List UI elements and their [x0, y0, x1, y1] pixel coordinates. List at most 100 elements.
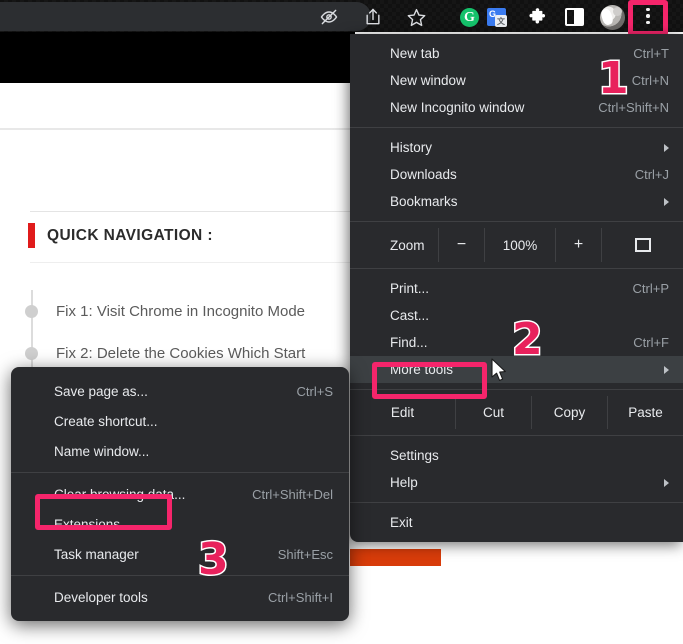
- fullscreen-button[interactable]: [601, 228, 683, 262]
- star-icon[interactable]: [405, 6, 427, 28]
- menu-item-new-window[interactable]: New window Ctrl+N: [350, 67, 683, 94]
- puzzle-icon[interactable]: [527, 7, 548, 28]
- menu-shortcut: Ctrl+F: [633, 335, 669, 350]
- menu-label: Settings: [390, 448, 439, 463]
- translate-target-box: 文: [495, 15, 507, 27]
- edit-label: Edit: [350, 396, 455, 429]
- quick-navigation-list: Fix 1: Visit Chrome in Incognito Mode Fi…: [28, 290, 358, 374]
- nav-link-label[interactable]: Fix 2: Delete the Cookies Which Start: [56, 345, 305, 362]
- eye-off-icon[interactable]: [318, 6, 340, 28]
- menu-label: Developer tools: [54, 590, 148, 605]
- menu-shortcut: Shift+Esc: [278, 547, 333, 562]
- list-item[interactable]: Fix 1: Visit Chrome in Incognito Mode: [28, 290, 358, 332]
- copy-button[interactable]: Copy: [531, 396, 607, 429]
- menu-separator: [350, 127, 683, 128]
- menu-separator: [11, 575, 349, 576]
- menu-item-history[interactable]: History: [350, 134, 683, 161]
- menu-separator: [350, 435, 683, 436]
- highlight-box-kebab-menu: [628, 0, 668, 36]
- omnibox-pill[interactable]: [0, 2, 371, 31]
- chrome-main-menu: New tab Ctrl+T New window Ctrl+N New Inc…: [350, 34, 683, 542]
- menu-label: Name window...: [54, 444, 149, 459]
- menu-item-downloads[interactable]: Downloads Ctrl+J: [350, 161, 683, 188]
- fullscreen-icon: [635, 238, 651, 252]
- page-orange-accent: [350, 549, 441, 566]
- menu-separator: [350, 502, 683, 503]
- menu-shortcut: Ctrl+N: [632, 73, 669, 88]
- step-badge-1: 1: [598, 57, 629, 101]
- step-badge-3: 3: [198, 538, 229, 582]
- avatar-shape-b: [613, 7, 622, 16]
- red-accent-bar: [28, 223, 35, 248]
- submenu-item-developer-tools[interactable]: Developer tools Ctrl+Shift+I: [11, 582, 349, 612]
- menu-label: Create shortcut...: [54, 414, 158, 429]
- menu-label: Cast...: [390, 308, 429, 323]
- menu-label: Print...: [390, 281, 429, 296]
- menu-label: Save page as...: [54, 384, 148, 399]
- menu-item-bookmarks[interactable]: Bookmarks: [350, 188, 683, 215]
- grammarly-glyph: G: [464, 11, 475, 25]
- page-divider-top: [0, 128, 355, 130]
- submenu-item-save-page-as[interactable]: Save page as... Ctrl+S: [11, 376, 349, 406]
- menu-label: Exit: [390, 515, 413, 530]
- grammarly-icon[interactable]: G: [460, 8, 479, 27]
- menu-shortcut: Ctrl+J: [635, 167, 669, 182]
- nav-link-label[interactable]: Fix 1: Visit Chrome in Incognito Mode: [56, 303, 305, 320]
- menu-separator: [350, 268, 683, 269]
- bullet-dot-icon: [25, 305, 38, 318]
- chevron-right-icon: [664, 198, 669, 206]
- highlight-box-extensions: [35, 494, 172, 530]
- chevron-right-icon: [664, 144, 669, 152]
- menu-item-print[interactable]: Print... Ctrl+P: [350, 275, 683, 302]
- page-white-section: [0, 83, 355, 128]
- menu-item-new-tab[interactable]: New tab Ctrl+T: [350, 40, 683, 67]
- menu-shortcut: Ctrl+T: [633, 46, 669, 61]
- submenu-item-create-shortcut[interactable]: Create shortcut...: [11, 406, 349, 436]
- menu-label: Downloads: [390, 167, 457, 182]
- menu-separator: [11, 472, 349, 473]
- menu-label: New window: [390, 73, 466, 88]
- submenu-item-name-window[interactable]: Name window...: [11, 436, 349, 466]
- menu-label: Task manager: [54, 547, 139, 562]
- quick-navigation-heading: QUICK NAVIGATION :: [28, 223, 213, 248]
- menu-edit-row: Edit Cut Copy Paste: [350, 396, 683, 429]
- page-divider-bottom: [30, 262, 355, 263]
- page-black-banner: [0, 32, 355, 83]
- google-translate-icon[interactable]: G 文: [487, 8, 506, 26]
- paste-button[interactable]: Paste: [607, 396, 683, 429]
- zoom-level-value: 100%: [484, 228, 555, 262]
- bullet-dot-icon: [25, 347, 38, 360]
- zoom-in-button[interactable]: +: [555, 228, 601, 262]
- chevron-right-icon: [664, 366, 669, 374]
- menu-separator: [350, 221, 683, 222]
- side-panel-icon[interactable]: [565, 8, 584, 26]
- menu-label: Help: [390, 475, 418, 490]
- avatar[interactable]: [600, 5, 625, 30]
- quick-navigation-title: QUICK NAVIGATION :: [47, 227, 213, 245]
- mouse-cursor-icon: [491, 358, 508, 383]
- menu-label: History: [390, 140, 432, 155]
- menu-item-settings[interactable]: Settings: [350, 442, 683, 469]
- submenu-item-task-manager[interactable]: Task manager Shift+Esc: [11, 539, 349, 569]
- menu-item-help[interactable]: Help: [350, 469, 683, 496]
- side-panel-fill: [574, 10, 582, 24]
- menu-shortcut: Ctrl+S: [297, 384, 333, 399]
- menu-shortcut: Ctrl+P: [633, 281, 669, 296]
- menu-zoom-row: Zoom − 100% +: [350, 228, 683, 262]
- zoom-out-button[interactable]: −: [438, 228, 484, 262]
- page-divider-middle: [30, 211, 355, 212]
- menu-shortcut: Ctrl+Shift+I: [268, 590, 333, 605]
- chevron-right-icon: [664, 479, 669, 487]
- menu-label: New tab: [390, 46, 440, 61]
- menu-label: New Incognito window: [390, 100, 524, 115]
- menu-label: Bookmarks: [390, 194, 458, 209]
- menu-shortcut: Ctrl+Shift+Del: [252, 487, 333, 502]
- highlight-box-more-tools: [372, 362, 487, 399]
- share-icon[interactable]: [362, 6, 384, 28]
- cut-button[interactable]: Cut: [455, 396, 531, 429]
- menu-label: Find...: [390, 335, 428, 350]
- menu-item-new-incognito-window[interactable]: New Incognito window Ctrl+Shift+N: [350, 94, 683, 121]
- menu-item-exit[interactable]: Exit: [350, 509, 683, 536]
- step-badge-2: 2: [512, 318, 543, 362]
- browser-toolbar: G G 文: [0, 0, 683, 32]
